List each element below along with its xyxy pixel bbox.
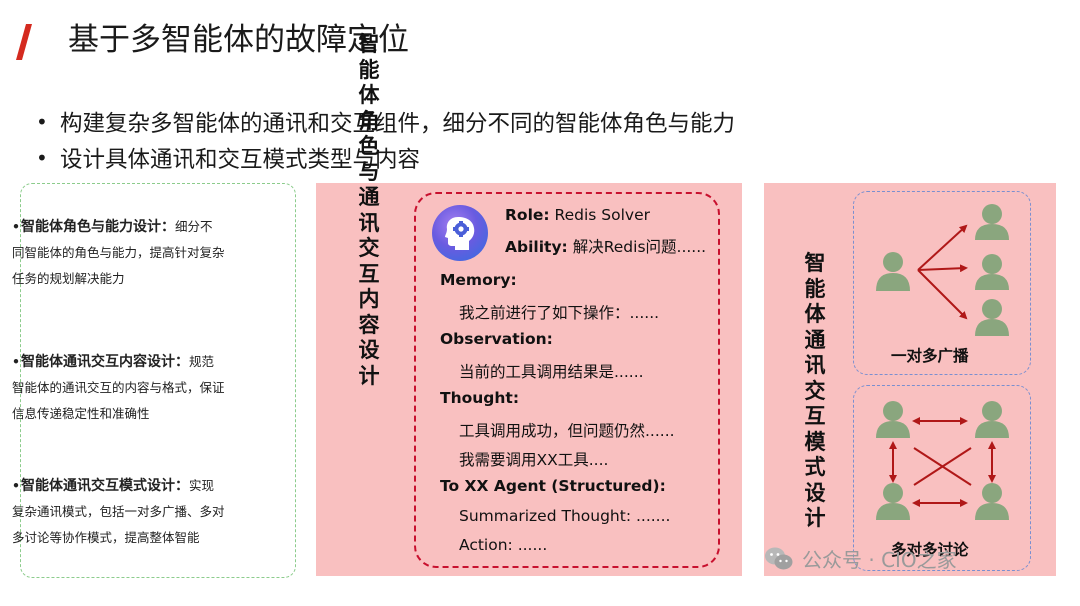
wechat-icon: [765, 547, 793, 569]
broadcast-receiver-person-icon: [975, 204, 1009, 240]
broadcast-receiver-person-icon: [975, 254, 1009, 290]
broadcast-receiver-person-icon: [975, 299, 1009, 336]
broadcast-caption: 一对多广播: [891, 347, 969, 365]
discussion-person-icon: [975, 483, 1009, 520]
watermark: 公众号 · CIO之家: [764, 544, 957, 573]
discussion-person-icon: [876, 401, 910, 438]
discussion-person-icon: [876, 483, 910, 520]
broadcast-sender-person-icon: [876, 252, 910, 291]
communication-diagrams: [876, 204, 1009, 520]
discussion-person-icon: [975, 401, 1009, 438]
broadcast-arrows: [917, 224, 968, 320]
watermark-text: 公众号 · CIO之家: [802, 548, 957, 572]
